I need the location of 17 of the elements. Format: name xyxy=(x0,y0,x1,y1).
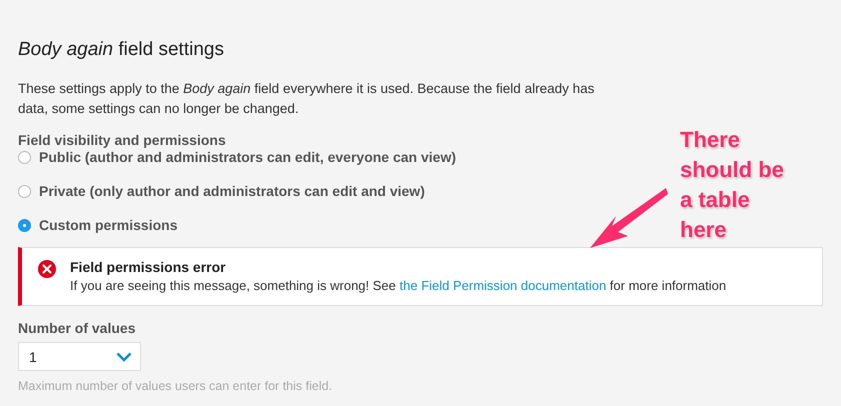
radio-label[interactable]: Private (only author and administrators can edit and view) xyxy=(39,183,425,199)
radio-label[interactable]: Public (author and administrators can edit, everyone can view) xyxy=(39,149,456,165)
error-title: Field permissions error xyxy=(70,259,227,275)
radio-button[interactable] xyxy=(18,150,31,164)
error-text: If you are seeing this message, something is wrong! See the Field Permission documentation for more information xyxy=(70,278,726,293)
section-title: Body again field settings xyxy=(18,38,225,61)
chevron-down-icon xyxy=(116,352,132,362)
radio-button[interactable] xyxy=(18,184,31,198)
hint-text: Maximum number of values users can enter for this field. xyxy=(18,379,334,393)
field-label: Number of values xyxy=(18,320,136,336)
field-label: Field visibility and permissions xyxy=(18,132,226,148)
radio-label[interactable]: Custom permissions xyxy=(39,217,178,233)
number-select[interactable]: 1 xyxy=(18,342,141,371)
intro-paragraph: These settings apply to the Body again field everywhere it is used. Because the field already has data, some settings can no longer be changed. xyxy=(18,80,596,118)
error-icon xyxy=(38,260,56,278)
radio-button[interactable] xyxy=(18,218,31,232)
annotation-text: There should be a table here xyxy=(680,126,785,244)
